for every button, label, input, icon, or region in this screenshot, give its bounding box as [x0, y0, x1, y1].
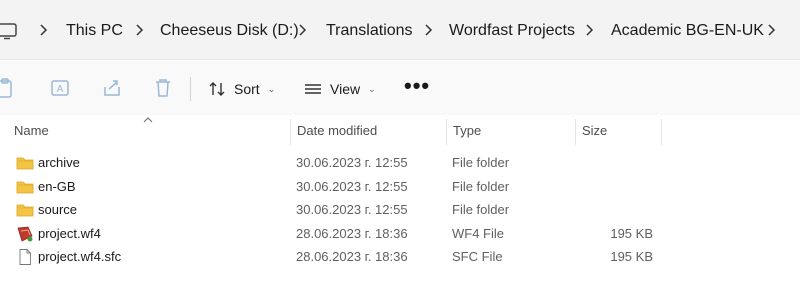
svg-text:A: A	[57, 84, 64, 95]
file-type: File folder	[452, 202, 510, 217]
breadcrumb-item-wordfast-projects[interactable]: Wordfast Projects	[449, 20, 575, 42]
file-size: 195 KB	[610, 225, 653, 241]
toolbar-divider	[190, 77, 191, 101]
breadcrumb-item-this-pc[interactable]: This PC	[66, 20, 123, 42]
chevron-right-icon[interactable]	[297, 22, 309, 38]
list-item[interactable]: en-GB 30.06.2023 г. 12:55 File folder	[0, 175, 800, 199]
address-bar[interactable]: This PC Cheeseus Disk (D:) Translations …	[0, 0, 800, 60]
chevron-right-icon[interactable]	[584, 22, 596, 38]
file-date: 30.06.2023 г. 12:55	[296, 155, 408, 170]
sort-icon	[209, 82, 225, 96]
column-header-size[interactable]: Size	[576, 115, 607, 147]
file-name: source	[38, 202, 78, 217]
file-date: 28.06.2023 г. 18:36	[296, 225, 408, 241]
file-date: 30.06.2023 г. 12:55	[296, 202, 408, 217]
folder-icon	[16, 157, 34, 170]
file-type: WF4 File	[452, 225, 504, 241]
view-button[interactable]: View ⌄	[304, 75, 376, 103]
folder-icon	[16, 181, 34, 193]
view-label: View	[330, 81, 361, 97]
folder-icon	[16, 204, 34, 217]
view-list-icon	[305, 84, 321, 94]
chevron-down-icon: ⌄	[368, 83, 376, 94]
chevron-right-icon[interactable]	[38, 22, 50, 38]
file-name: project.wf4.sfc	[38, 249, 122, 264]
breadcrumb-item-disk[interactable]: Cheeseus Disk (D:)	[160, 20, 299, 42]
list-item[interactable]: project.wf4 28.06.2023 г. 18:36 WF4 File…	[0, 222, 800, 246]
chevron-right-icon[interactable]	[423, 22, 435, 38]
chevron-right-icon[interactable]	[766, 22, 778, 38]
rename-icon[interactable]: A	[49, 77, 71, 99]
list-item[interactable]: source 30.06.2023 г. 12:55 File folder	[0, 198, 800, 222]
file-name: archive	[38, 155, 80, 170]
file-name: project.wf4	[38, 225, 101, 241]
column-header-name[interactable]: Name	[8, 115, 49, 147]
column-header-date[interactable]: Date modified	[291, 115, 377, 147]
file-type: File folder	[452, 178, 510, 194]
file-date: 28.06.2023 г. 18:36	[296, 249, 408, 264]
breadcrumb-item-academic[interactable]: Academic BG-EN-UK	[611, 20, 764, 42]
paste-icon[interactable]	[0, 77, 16, 99]
column-header-type[interactable]: Type	[447, 115, 481, 147]
breadcrumb-item-translations[interactable]: Translations	[326, 20, 413, 42]
file-name: en-GB	[38, 178, 76, 194]
column-header-row: Name Date modified Type Size	[0, 115, 800, 147]
file-size: 195 KB	[610, 249, 653, 264]
list-item[interactable]: archive 30.06.2023 г. 12:55 File folder	[0, 151, 800, 175]
chevron-down-icon: ⌄	[267, 83, 276, 94]
chevron-right-icon[interactable]	[134, 22, 146, 38]
sort-ascending-caret-icon	[143, 117, 153, 123]
list-item[interactable]: project.wf4.sfc 28.06.2023 г. 18:36 SFC …	[0, 245, 800, 269]
command-bar: A Sort ⌄ View ⌄ •••	[0, 61, 800, 115]
file-list: archive 30.06.2023 г. 12:55 File folder …	[0, 151, 800, 269]
share-icon[interactable]	[101, 77, 123, 99]
file-type: File folder	[452, 155, 510, 170]
wordfast-file-icon	[17, 226, 33, 242]
sort-button[interactable]: Sort ⌄	[208, 75, 275, 103]
delete-icon[interactable]	[152, 77, 174, 99]
column-divider[interactable]	[661, 119, 662, 145]
blank-file-icon	[19, 249, 31, 265]
file-type: SFC File	[452, 249, 503, 264]
more-options-button[interactable]: •••	[404, 75, 430, 97]
file-date: 30.06.2023 г. 12:55	[296, 178, 408, 194]
sort-label: Sort	[234, 81, 260, 97]
breadcrumb: This PC Cheeseus Disk (D:) Translations …	[0, 0, 800, 60]
